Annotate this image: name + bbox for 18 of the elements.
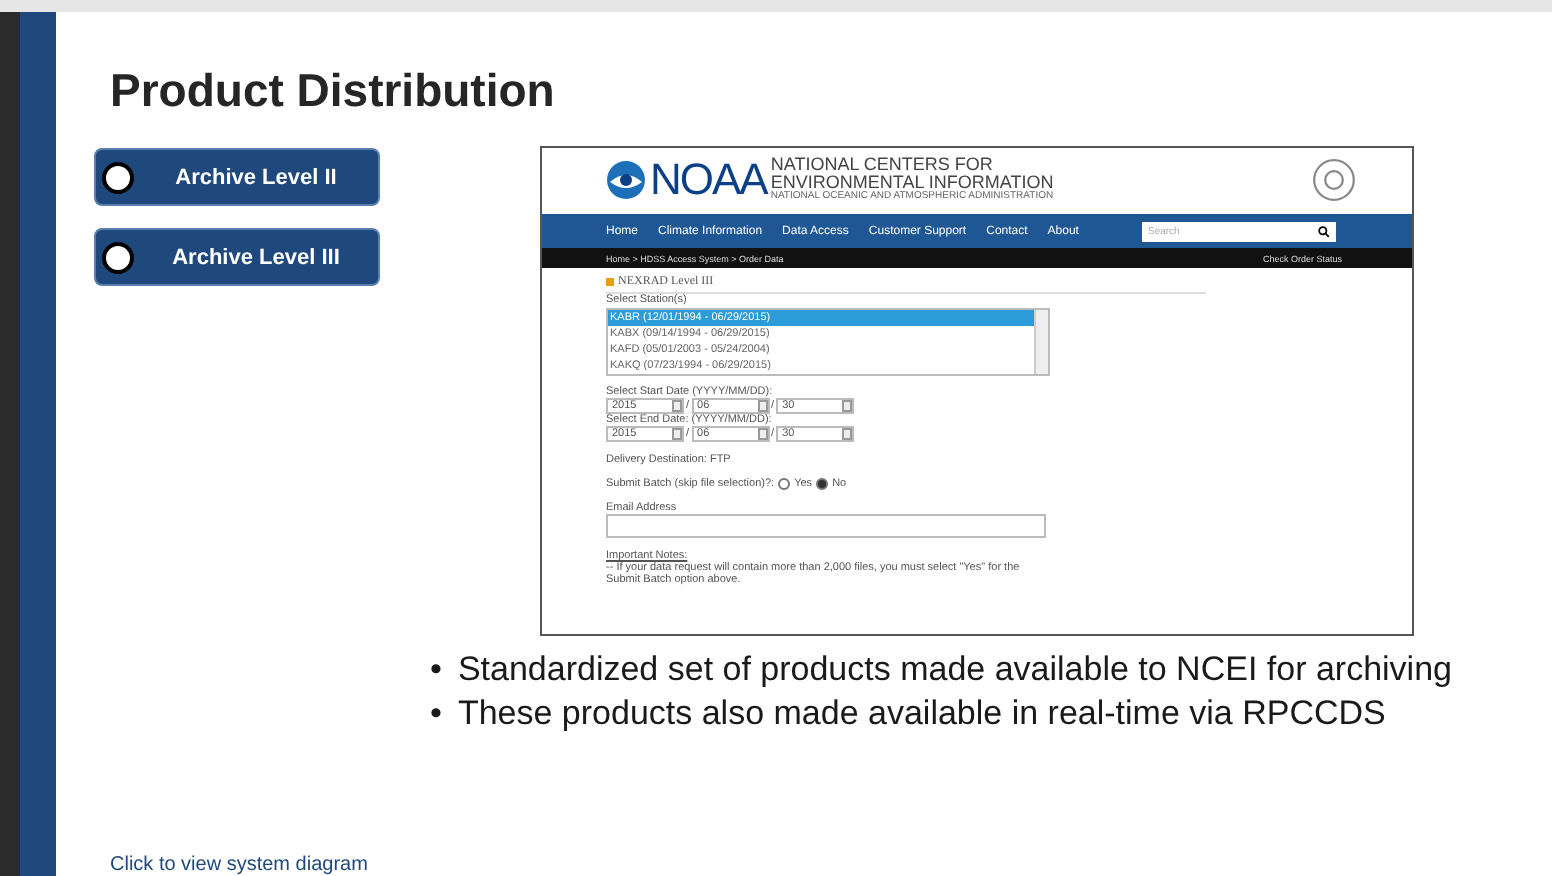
archive-button[interactable]: Archive Level III (94, 228, 380, 286)
org-name: NOAA (650, 153, 767, 205)
email-field[interactable] (606, 514, 1046, 538)
radio-button[interactable] (816, 478, 829, 490)
diagram-link[interactable]: Click to view system diagram (110, 854, 368, 876)
header-line: ENVIRONMENTAL INFORMATION (770, 174, 1054, 192)
scrollbar[interactable] (1034, 310, 1048, 374)
bullet-text: Standardized set of products made available to NCEI for archiving (457, 648, 1452, 692)
bullet-marker: • (430, 692, 442, 736)
seal-icon (1312, 157, 1356, 201)
header-line: NATIONAL CENTERS FOR (770, 156, 995, 174)
bullet-marker: • (430, 648, 442, 692)
search-icon (1318, 225, 1330, 237)
square-bullet-icon (606, 278, 614, 286)
archive-button[interactable]: Archive Level II (94, 148, 380, 206)
radio-button[interactable] (778, 478, 791, 490)
bullet-text: These products also made available in real-time via RPCCDS (457, 692, 1386, 736)
slide-title: Product Distribution (110, 64, 557, 118)
